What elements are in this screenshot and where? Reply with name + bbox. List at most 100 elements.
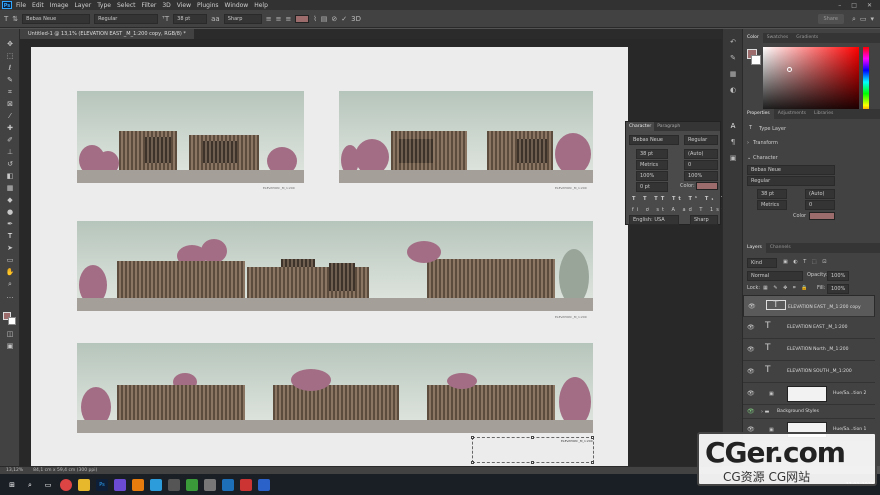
- file-explorer-icon[interactable]: [78, 478, 90, 491]
- document-canvas[interactable]: ELEVATION _M_1:200 ELEVATION _M_1:200 EL…: [31, 47, 628, 466]
- char-style-select[interactable]: Regular: [684, 135, 718, 145]
- visibility-eye-icon[interactable]: 👁: [747, 324, 755, 331]
- align-center-icon[interactable]: ≡: [276, 14, 282, 24]
- layer-row[interactable]: 👁 ▣ Hue/Sa...tion 2: [743, 383, 875, 405]
- tab-color[interactable]: Color: [743, 33, 763, 43]
- frame-tool-icon[interactable]: ⊠: [4, 99, 16, 109]
- shape-tool-icon[interactable]: ▭: [4, 255, 16, 265]
- align-right-icon[interactable]: ≡: [285, 14, 291, 24]
- cancel-icon[interactable]: ⊘: [331, 14, 337, 24]
- tab-gradients[interactable]: Gradients: [792, 33, 822, 43]
- hue-slider[interactable]: [863, 47, 869, 117]
- visibility-eye-icon[interactable]: 👁: [748, 303, 756, 311]
- menu-edit[interactable]: Edit: [32, 2, 44, 9]
- document-tab[interactable]: Untitled-1 @ 13,1% (ELEVATION EAST _M_1:…: [20, 29, 194, 39]
- char-language-select[interactable]: English: USA: [629, 215, 679, 225]
- char-aa-select[interactable]: Sharp: [690, 215, 718, 225]
- tab-layers[interactable]: Layers: [743, 243, 766, 253]
- history-icon[interactable]: ↶: [728, 37, 738, 47]
- layer-row[interactable]: 👁 T ELEVATION North _M_1:200: [743, 339, 875, 361]
- app-icon[interactable]: [168, 478, 180, 491]
- menu-3d[interactable]: 3D: [162, 2, 170, 9]
- menu-view[interactable]: View: [177, 2, 191, 9]
- char-color-swatch[interactable]: [696, 182, 718, 190]
- opacity-input[interactable]: 100%: [827, 271, 849, 281]
- transform-chevron-icon[interactable]: ›: [747, 140, 749, 146]
- crop-tool-icon[interactable]: ⌗: [4, 87, 16, 97]
- align-left-icon[interactable]: ≡: [266, 14, 272, 24]
- app-icon[interactable]: [204, 478, 216, 491]
- eyedropper-tool-icon[interactable]: ⁄: [4, 111, 16, 121]
- canvas-area[interactable]: ELEVATION _M_1:200 ELEVATION _M_1:200 EL…: [20, 39, 722, 466]
- screen-mode-icon[interactable]: ▣: [4, 341, 16, 351]
- char-leading-select[interactable]: (Auto): [684, 149, 718, 159]
- photoshop-taskbar-icon[interactable]: Ps: [96, 478, 108, 491]
- char-font-select[interactable]: Bebas Neue: [629, 135, 679, 145]
- transform-handle[interactable]: [471, 461, 474, 464]
- bg-color-chip[interactable]: [751, 55, 761, 65]
- char-size-select[interactable]: 38 pt: [636, 149, 668, 159]
- text-color-swatch[interactable]: [295, 14, 310, 23]
- app-icon[interactable]: [222, 478, 234, 491]
- task-view-icon[interactable]: ▭: [42, 479, 54, 491]
- app-icon[interactable]: [186, 478, 198, 491]
- 3d-icon[interactable]: 3D: [351, 14, 361, 24]
- brushes-icon[interactable]: ✎: [728, 53, 738, 63]
- maximize-icon[interactable]: □: [851, 2, 857, 9]
- menu-plugins[interactable]: Plugins: [197, 2, 219, 9]
- workspace-menu-icon[interactable]: ▾: [870, 14, 874, 24]
- menu-window[interactable]: Window: [225, 2, 249, 9]
- char-tracking-select[interactable]: 0: [684, 160, 718, 170]
- transform-handle[interactable]: [531, 461, 534, 464]
- close-icon[interactable]: ✕: [867, 2, 872, 9]
- visibility-eye-icon[interactable]: 👁: [747, 408, 755, 415]
- paragraph-icon[interactable]: ¶: [728, 137, 738, 147]
- zoom-level[interactable]: 13,12%: [6, 467, 23, 474]
- prop-color-swatch[interactable]: [809, 212, 835, 220]
- visibility-eye-icon[interactable]: 👁: [747, 390, 755, 397]
- dodge-tool-icon[interactable]: ●: [4, 207, 16, 217]
- lock-icons[interactable]: ▦ ✎ ✥ ⌗ 🔒: [763, 285, 810, 291]
- type-tool-icon[interactable]: T: [4, 231, 16, 241]
- prop-tracking-select[interactable]: 0: [805, 200, 835, 210]
- prop-leading-select[interactable]: (Auto): [805, 189, 835, 199]
- color-picker-field[interactable]: [763, 47, 859, 117]
- minimize-icon[interactable]: –: [838, 2, 841, 9]
- pen-tool-icon[interactable]: ✒: [4, 219, 16, 229]
- prop-size-select[interactable]: 38 pt: [757, 189, 787, 199]
- character-section[interactable]: Character: [753, 155, 778, 161]
- font-family-select[interactable]: Bebas Neue: [22, 13, 91, 24]
- menu-filter[interactable]: Filter: [142, 2, 157, 9]
- transform-handle[interactable]: [591, 461, 594, 464]
- antialias-select[interactable]: Sharp: [223, 13, 262, 24]
- search-icon[interactable]: ⌕: [852, 14, 856, 24]
- quick-select-tool-icon[interactable]: ✎: [4, 75, 16, 85]
- share-button[interactable]: Share: [817, 13, 844, 24]
- char-hscale-input[interactable]: 100%: [684, 171, 718, 181]
- healing-tool-icon[interactable]: ✚: [4, 123, 16, 133]
- tab-channels[interactable]: Channels: [766, 243, 795, 253]
- search-icon[interactable]: ⌕: [24, 479, 36, 491]
- brush-tool-icon[interactable]: ✐: [4, 135, 16, 145]
- app-icon[interactable]: [258, 478, 270, 491]
- character-chevron-icon[interactable]: ⌄: [747, 155, 751, 161]
- prop-kerning-select[interactable]: Metrics: [757, 200, 787, 210]
- lasso-tool-icon[interactable]: ℓ: [4, 63, 16, 73]
- warp-text-icon[interactable]: ⌇: [313, 14, 316, 24]
- menu-help[interactable]: Help: [254, 2, 268, 9]
- background-color-swatch[interactable]: [8, 317, 16, 325]
- menu-type[interactable]: Type: [97, 2, 111, 9]
- font-size-select[interactable]: 38 pt: [173, 13, 208, 24]
- blend-mode-select[interactable]: Normal: [747, 271, 803, 281]
- transform-section[interactable]: Transform: [753, 140, 778, 146]
- visibility-eye-icon[interactable]: 👁: [747, 368, 755, 375]
- tab-properties[interactable]: Properties: [743, 109, 774, 119]
- tab-swatches[interactable]: Swatches: [763, 33, 793, 43]
- layer-kind-filter[interactable]: Kind: [747, 258, 777, 268]
- blur-tool-icon[interactable]: ◆: [4, 195, 16, 205]
- more-tools-icon[interactable]: …: [4, 291, 16, 301]
- chrome-icon[interactable]: [60, 478, 72, 491]
- tab-libraries[interactable]: Libraries: [810, 109, 837, 119]
- app-icon[interactable]: [240, 478, 252, 491]
- stamp-tool-icon[interactable]: ⊥: [4, 147, 16, 157]
